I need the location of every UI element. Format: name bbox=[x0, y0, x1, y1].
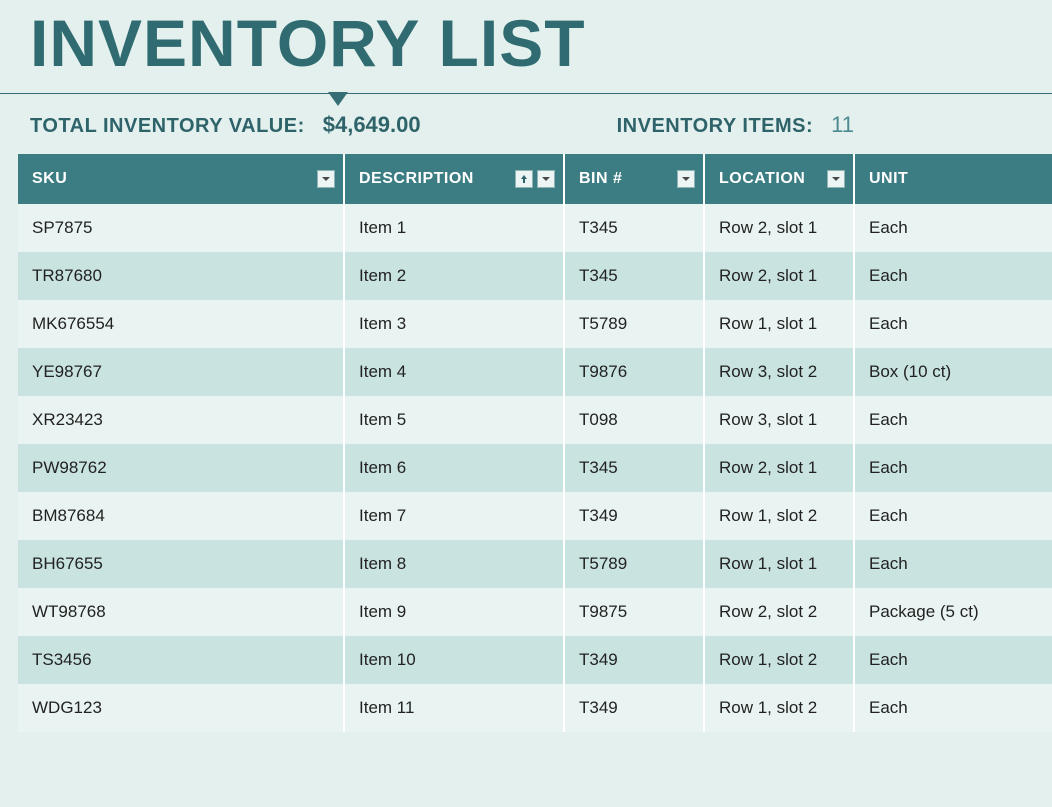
table-row[interactable]: XR23423Item 5T098Row 3, slot 1Each bbox=[18, 396, 1052, 444]
cell-bin[interactable]: T345 bbox=[564, 444, 704, 492]
filter-dropdown-bin[interactable] bbox=[677, 170, 695, 188]
inventory-sheet: INVENTORY LIST TOTAL INVENTORY VALUE: $4… bbox=[0, 0, 1052, 807]
cell-unit[interactable]: Each bbox=[854, 252, 1052, 300]
col-header-bin-label: BIN # bbox=[579, 170, 622, 187]
filter-dropdown-sku[interactable] bbox=[317, 170, 335, 188]
cell-bin[interactable]: T349 bbox=[564, 684, 704, 732]
cell-sku[interactable]: TR87680 bbox=[18, 252, 344, 300]
cell-bin[interactable]: T098 bbox=[564, 396, 704, 444]
col-header-bin[interactable]: BIN # bbox=[564, 154, 704, 204]
table-header-row: SKU DESCRIPTION BIN # bbox=[18, 154, 1052, 204]
summary-bar: TOTAL INVENTORY VALUE: $4,649.00 INVENTO… bbox=[0, 94, 1052, 154]
table-row[interactable]: WDG123Item 11T349Row 1, slot 2Each bbox=[18, 684, 1052, 732]
cell-location[interactable]: Row 1, slot 2 bbox=[704, 492, 854, 540]
chevron-down-icon bbox=[831, 174, 841, 184]
chevron-down-icon bbox=[681, 174, 691, 184]
cell-location[interactable]: Row 2, slot 1 bbox=[704, 252, 854, 300]
cell-location[interactable]: Row 1, slot 1 bbox=[704, 540, 854, 588]
cell-unit[interactable]: Each bbox=[854, 540, 1052, 588]
inventory-items-count: 11 bbox=[831, 112, 854, 138]
cell-sku[interactable]: WT98768 bbox=[18, 588, 344, 636]
cell-sku[interactable]: WDG123 bbox=[18, 684, 344, 732]
title-divider bbox=[0, 93, 1052, 94]
table-row[interactable]: WT98768Item 9T9875Row 2, slot 2Package (… bbox=[18, 588, 1052, 636]
cell-unit[interactable]: Each bbox=[854, 444, 1052, 492]
col-header-unit-label: UNIT bbox=[869, 170, 908, 187]
cell-description[interactable]: Item 11 bbox=[344, 684, 564, 732]
cell-description[interactable]: Item 1 bbox=[344, 204, 564, 252]
inventory-table: SKU DESCRIPTION BIN # bbox=[18, 154, 1052, 732]
cell-location[interactable]: Row 3, slot 2 bbox=[704, 348, 854, 396]
arrow-up-icon bbox=[519, 174, 529, 184]
cell-sku[interactable]: BM87684 bbox=[18, 492, 344, 540]
total-value-label: TOTAL INVENTORY VALUE: bbox=[30, 115, 305, 138]
cell-bin[interactable]: T349 bbox=[564, 492, 704, 540]
cell-bin[interactable]: T349 bbox=[564, 636, 704, 684]
cell-unit[interactable]: Each bbox=[854, 684, 1052, 732]
cell-description[interactable]: Item 7 bbox=[344, 492, 564, 540]
cell-sku[interactable]: YE98767 bbox=[18, 348, 344, 396]
table-row[interactable]: BM87684Item 7T349Row 1, slot 2Each bbox=[18, 492, 1052, 540]
cell-bin[interactable]: T345 bbox=[564, 204, 704, 252]
col-header-description-label: DESCRIPTION bbox=[359, 170, 474, 187]
cell-unit[interactable]: Each bbox=[854, 204, 1052, 252]
col-header-location[interactable]: LOCATION bbox=[704, 154, 854, 204]
cell-description[interactable]: Item 6 bbox=[344, 444, 564, 492]
filter-dropdown-location[interactable] bbox=[827, 170, 845, 188]
inventory-items-label: INVENTORY ITEMS: bbox=[617, 115, 814, 138]
table-row[interactable]: TR87680Item 2T345Row 2, slot 1Each bbox=[18, 252, 1052, 300]
table-row[interactable]: TS3456Item 10T349Row 1, slot 2Each bbox=[18, 636, 1052, 684]
cell-sku[interactable]: XR23423 bbox=[18, 396, 344, 444]
table-body: SP7875Item 1T345Row 2, slot 1EachTR87680… bbox=[18, 204, 1052, 732]
cell-location[interactable]: Row 3, slot 1 bbox=[704, 396, 854, 444]
table-row[interactable]: SP7875Item 1T345Row 2, slot 1Each bbox=[18, 204, 1052, 252]
cell-sku[interactable]: TS3456 bbox=[18, 636, 344, 684]
cell-unit[interactable]: Each bbox=[854, 636, 1052, 684]
cell-bin[interactable]: T9876 bbox=[564, 348, 704, 396]
cell-description[interactable]: Item 10 bbox=[344, 636, 564, 684]
divider-arrow-icon bbox=[328, 92, 348, 106]
cell-unit[interactable]: Package (5 ct) bbox=[854, 588, 1052, 636]
cell-unit[interactable]: Each bbox=[854, 492, 1052, 540]
cell-bin[interactable]: T5789 bbox=[564, 300, 704, 348]
chevron-down-icon bbox=[321, 174, 331, 184]
cell-unit[interactable]: Each bbox=[854, 300, 1052, 348]
table-row[interactable]: YE98767Item 4T9876Row 3, slot 2Box (10 c… bbox=[18, 348, 1052, 396]
cell-unit[interactable]: Each bbox=[854, 396, 1052, 444]
col-header-sku[interactable]: SKU bbox=[18, 154, 344, 204]
cell-description[interactable]: Item 2 bbox=[344, 252, 564, 300]
cell-description[interactable]: Item 3 bbox=[344, 300, 564, 348]
cell-location[interactable]: Row 1, slot 2 bbox=[704, 636, 854, 684]
cell-location[interactable]: Row 2, slot 1 bbox=[704, 204, 854, 252]
cell-sku[interactable]: MK676554 bbox=[18, 300, 344, 348]
cell-description[interactable]: Item 5 bbox=[344, 396, 564, 444]
cell-bin[interactable]: T5789 bbox=[564, 540, 704, 588]
col-header-location-label: LOCATION bbox=[719, 170, 805, 187]
cell-sku[interactable]: PW98762 bbox=[18, 444, 344, 492]
table-row[interactable]: MK676554Item 3T5789Row 1, slot 1Each bbox=[18, 300, 1052, 348]
cell-description[interactable]: Item 4 bbox=[344, 348, 564, 396]
cell-description[interactable]: Item 9 bbox=[344, 588, 564, 636]
sort-asc-description[interactable] bbox=[515, 170, 533, 188]
cell-location[interactable]: Row 1, slot 1 bbox=[704, 300, 854, 348]
col-header-sku-label: SKU bbox=[32, 170, 67, 187]
cell-sku[interactable]: BH67655 bbox=[18, 540, 344, 588]
total-value: $4,649.00 bbox=[323, 112, 421, 138]
cell-location[interactable]: Row 2, slot 2 bbox=[704, 588, 854, 636]
cell-location[interactable]: Row 2, slot 1 bbox=[704, 444, 854, 492]
table-row[interactable]: PW98762Item 6T345Row 2, slot 1Each bbox=[18, 444, 1052, 492]
table-row[interactable]: BH67655Item 8T5789Row 1, slot 1Each bbox=[18, 540, 1052, 588]
filter-dropdown-description[interactable] bbox=[537, 170, 555, 188]
cell-sku[interactable]: SP7875 bbox=[18, 204, 344, 252]
chevron-down-icon bbox=[541, 174, 551, 184]
cell-unit[interactable]: Box (10 ct) bbox=[854, 348, 1052, 396]
col-header-unit[interactable]: UNIT bbox=[854, 154, 1052, 204]
col-header-description[interactable]: DESCRIPTION bbox=[344, 154, 564, 204]
cell-location[interactable]: Row 1, slot 2 bbox=[704, 684, 854, 732]
cell-bin[interactable]: T345 bbox=[564, 252, 704, 300]
page-title: INVENTORY LIST bbox=[0, 0, 1052, 83]
cell-bin[interactable]: T9875 bbox=[564, 588, 704, 636]
cell-description[interactable]: Item 8 bbox=[344, 540, 564, 588]
